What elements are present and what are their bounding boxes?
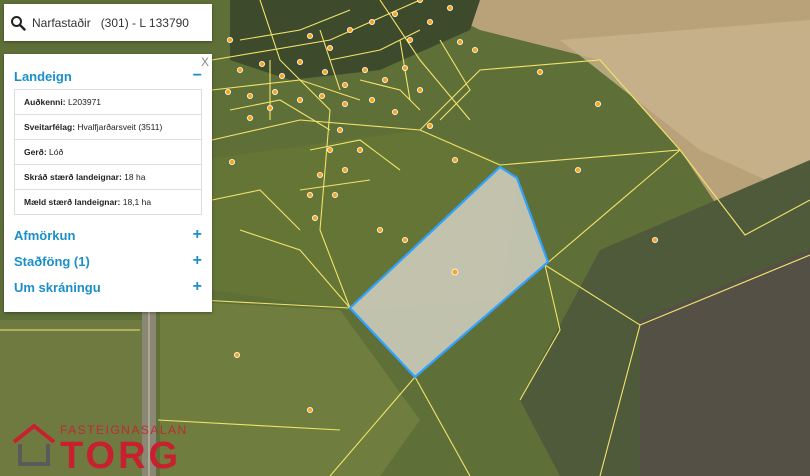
collapse-toggle-icon[interactable]: − [193,67,202,85]
expand-toggle-icon[interactable]: + [193,226,202,244]
detail-row: Sveitarfélag: Hvalfjarðarsveit (3511) [15,115,201,140]
detail-row: Gerð: Lóð [15,140,201,165]
property-info-panel: X Landeign − Auðkenni: L203971 Sveitarfé… [4,54,212,312]
section-stadfong-header[interactable]: Staðföng (1) + [4,248,212,274]
close-panel-button[interactable]: X [201,55,209,69]
search-box[interactable]: Narfastaðir (301) - L 133790 [4,4,212,41]
expand-toggle-icon[interactable]: + [193,278,202,296]
section-um-skraningu-header[interactable]: Um skráningu + [4,274,212,300]
svg-text:TORG: TORG [60,435,181,472]
section-title: Afmörkun [14,227,76,243]
landeign-details: Auðkenni: L203971 Sveitarfélag: Hvalfjar… [14,89,202,215]
detail-row: Auðkenni: L203971 [15,90,201,115]
expand-toggle-icon[interactable]: + [193,252,202,270]
torg-logo: FASTEIGNASALAN TORG [12,423,186,472]
search-query[interactable]: Narfastaðir (301) - L 133790 [32,16,189,30]
section-afmorkun-header[interactable]: Afmörkun + [4,222,212,248]
search-icon[interactable] [10,15,26,31]
section-title: Um skráningu [14,279,101,295]
parcel-address-marker [451,268,459,276]
section-title: Staðföng (1) [14,253,90,269]
detail-row: Skráð stærð landeignar: 18 ha [15,165,201,190]
detail-row: Mæld stærð landeignar: 18,1 ha [15,190,201,215]
section-title: Landeign [14,68,72,84]
section-landeign-header[interactable]: Landeign − [4,63,212,89]
